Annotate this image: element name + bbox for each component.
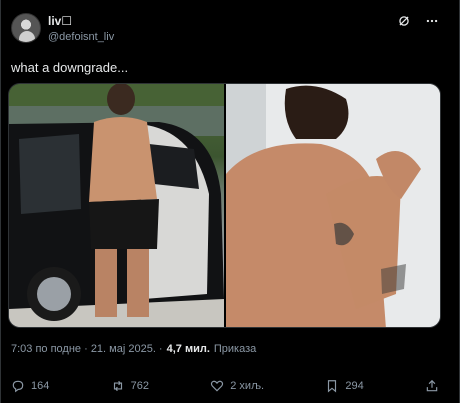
bookmark-button[interactable]: 294 <box>325 379 364 393</box>
display-name[interactable]: liv <box>48 14 61 28</box>
photo-left-illustration <box>9 84 224 327</box>
tweet-header: liv☐ @defoisnt_liv <box>11 12 114 44</box>
timestamp[interactable]: 7:03 по подне · 21. мај 2025. · <box>11 343 163 355</box>
heart-icon <box>211 380 224 392</box>
action-bar: 164 762 2 хиљ. 294 <box>11 379 439 393</box>
photo-right-illustration <box>225 84 440 327</box>
display-name-row[interactable]: liv☐ <box>48 12 114 30</box>
like-button[interactable]: 2 хиљ. <box>210 379 264 393</box>
handle[interactable]: @defoisnt_liv <box>48 30 114 44</box>
tweet-text: what a downgrade... <box>11 60 129 75</box>
views-count: 4,7 мил. <box>166 343 210 355</box>
author-names: liv☐ @defoisnt_liv <box>48 12 114 44</box>
bookmark-count: 294 <box>345 380 364 392</box>
photo-right[interactable] <box>225 84 440 327</box>
name-emoji: ☐ <box>61 14 73 28</box>
repost-icon <box>113 380 122 392</box>
more-icon[interactable] <box>425 14 439 28</box>
reply-button[interactable]: 164 <box>11 379 49 393</box>
photo-left[interactable] <box>9 84 224 327</box>
avatar[interactable] <box>11 13 41 43</box>
like-count: 2 хиљ. <box>230 380 265 392</box>
repost-button[interactable]: 762 <box>111 379 149 393</box>
grok-icon[interactable] <box>397 14 411 28</box>
bookmark-icon <box>328 380 337 393</box>
share-icon <box>426 379 438 392</box>
views-label: Приказа <box>213 343 257 355</box>
tweet-meta: 7:03 по подне · 21. мај 2025. · 4,7 мил.… <box>11 343 256 355</box>
top-actions <box>397 14 439 28</box>
share-button[interactable] <box>425 379 439 393</box>
repost-count: 762 <box>130 380 149 392</box>
reply-icon <box>12 380 24 393</box>
tweet-container: liv☐ @defoisnt_liv what a downgrade... 7… <box>0 0 460 403</box>
reply-count: 164 <box>31 380 50 392</box>
media-grid <box>8 83 441 328</box>
